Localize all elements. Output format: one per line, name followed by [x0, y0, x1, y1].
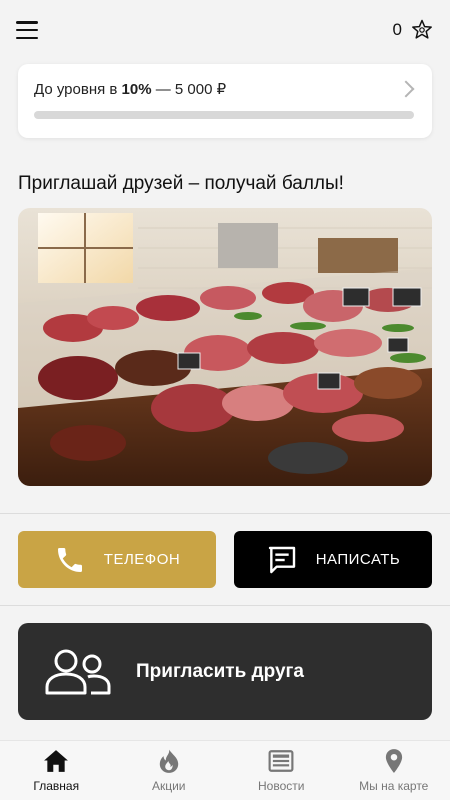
level-text: До уровня в 10% — 5 000 ₽ [34, 80, 226, 98]
invite-friend-label: Пригласить друга [136, 660, 304, 682]
news-icon [268, 750, 294, 772]
nav-item-promotions[interactable]: Акции [113, 741, 226, 800]
bottom-navigation: Главная Акции Новости Мы на карте [0, 740, 450, 800]
level-prefix: До уровня в [34, 81, 122, 98]
message-icon [268, 546, 295, 573]
chevron-right-icon [397, 80, 415, 98]
phone-button[interactable]: ТЕЛЕФОН [18, 531, 216, 588]
write-button[interactable]: НАПИСАТЬ [234, 531, 432, 588]
map-pin-icon [385, 749, 402, 773]
star-badge-icon [412, 19, 432, 39]
users-icon [45, 649, 111, 694]
nav-label-home: Главная [33, 779, 80, 793]
level-suffix: — 5 000 ₽ [151, 81, 227, 98]
section-divider-top [0, 513, 450, 514]
hamburger-menu-icon[interactable] [16, 21, 38, 39]
write-button-label: НАПИСАТЬ [315, 551, 401, 568]
app-screen: 0 До уровня в 10% — 5 000 ₽ Приглашай др… [0, 0, 450, 800]
invite-title: Приглашай друзей – получай баллы! [18, 173, 344, 194]
nav-label-news: Новости [258, 779, 305, 793]
points-counter[interactable]: 0 [393, 18, 434, 42]
phone-button-label: ТЕЛЕФОН [103, 551, 181, 568]
nav-label-map: Мы на карте [359, 779, 429, 793]
nav-label-promotions: Акции [151, 779, 186, 793]
level-percent: 10% [121, 81, 152, 98]
nav-item-home[interactable]: Главная [0, 741, 113, 800]
invite-friend-button[interactable]: Пригласить друга [18, 623, 432, 720]
promo-image [18, 208, 432, 486]
phone-icon [57, 547, 82, 572]
nav-item-news[interactable]: Новости [225, 741, 338, 800]
nav-item-map[interactable]: Мы на карте [338, 741, 450, 800]
level-progress-card[interactable]: До уровня в 10% — 5 000 ₽ [18, 64, 432, 138]
top-bar: 0 [0, 0, 450, 60]
section-divider-bottom [0, 605, 450, 606]
points-value: 0 [392, 20, 402, 39]
level-progress-bar [34, 111, 414, 119]
home-icon [44, 750, 69, 772]
flame-icon [159, 749, 178, 773]
